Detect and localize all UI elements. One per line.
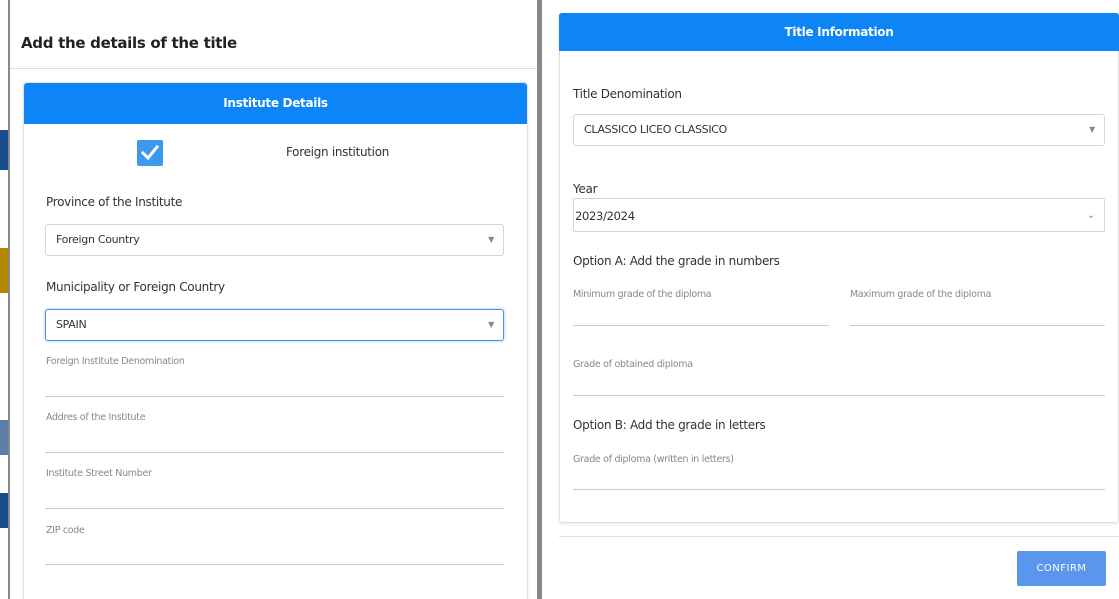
year-label: Year: [573, 182, 598, 196]
denomination-label: Title Denomination: [573, 87, 682, 101]
letters-grade-label: Grade of diploma (written in letters): [573, 454, 734, 465]
obtained-grade-label: Grade of obtained diploma: [573, 359, 693, 370]
max-grade-label: Maximum grade of the diploma: [850, 289, 992, 300]
background-strip: [0, 248, 8, 293]
province-select[interactable]: Foreign Country ▼: [45, 224, 504, 256]
denomination-select[interactable]: CLASSICO LICEO CLASSICO ▼: [573, 114, 1105, 146]
title-divider: [10, 68, 537, 69]
max-grade-input[interactable]: [850, 325, 1105, 326]
municipality-value: SPAIN: [56, 318, 87, 331]
foreign-institution-checkbox[interactable]: [137, 140, 163, 166]
foreign-denomination-label: Foreign Institute Denomination: [46, 356, 185, 367]
province-label: Province of the Institute: [46, 195, 183, 209]
municipality-label: Municipality or Foreign Country: [46, 280, 225, 294]
checkmark-icon: [140, 144, 160, 161]
footer-divider: [559, 536, 1119, 537]
background-strip: [0, 493, 8, 528]
address-label: Addres of the Institute: [46, 412, 146, 423]
year-value: 2023/2024: [575, 209, 635, 223]
zip-label: ZIP code: [46, 525, 85, 536]
year-select[interactable]: 2023/2024 ⌄: [573, 198, 1105, 232]
province-value: Foreign Country: [56, 233, 140, 246]
letters-grade-input[interactable]: [573, 489, 1105, 490]
caret-down-icon: ▼: [488, 320, 494, 329]
street-number-input[interactable]: [45, 508, 504, 509]
title-information-header: Title Information: [559, 13, 1119, 51]
denomination-value: CLASSICO LICEO CLASSICO: [584, 123, 728, 136]
caret-down-icon: ▼: [1089, 125, 1095, 134]
foreign-denomination-input[interactable]: [45, 396, 504, 397]
address-input[interactable]: [45, 452, 504, 453]
institute-details-header: Institute Details: [24, 83, 527, 124]
modal-title: Add the details of the title: [21, 34, 237, 52]
municipality-select[interactable]: SPAIN ▼: [45, 309, 504, 341]
chevron-down-icon: ⌄: [1086, 210, 1095, 221]
min-grade-label: Minimum grade of the diploma: [573, 289, 712, 300]
option-b-label: Option B: Add the grade in letters: [573, 418, 766, 432]
street-number-label: Institute Street Number: [46, 468, 152, 479]
min-grade-input[interactable]: [573, 325, 829, 326]
caret-down-icon: ▼: [488, 235, 494, 244]
confirm-button[interactable]: CONFIRM: [1017, 551, 1106, 586]
zip-input[interactable]: [45, 564, 504, 565]
panel-divider: [537, 0, 542, 599]
background-strip: [0, 130, 8, 170]
foreign-institution-label: Foreign institution: [286, 145, 390, 159]
option-a-label: Option A: Add the grade in numbers: [573, 254, 780, 268]
background-strip: [0, 420, 8, 455]
obtained-grade-input[interactable]: [573, 395, 1105, 396]
